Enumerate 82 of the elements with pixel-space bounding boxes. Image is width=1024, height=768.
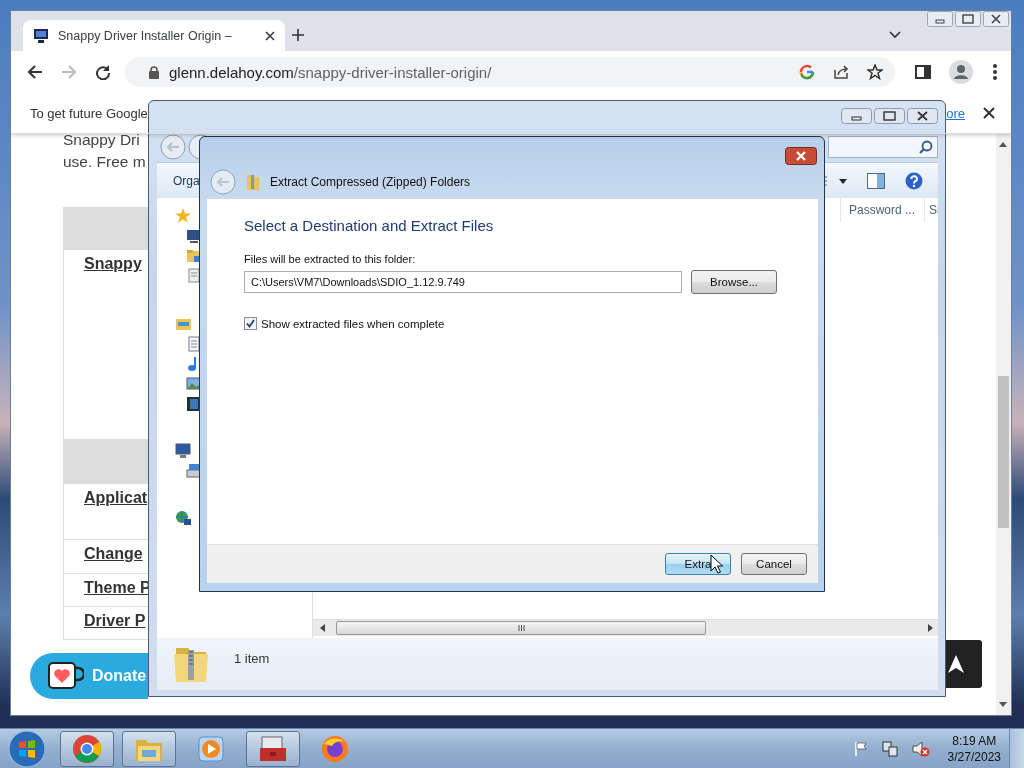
sidebar-icon[interactable]: [915, 64, 931, 80]
computer-icon[interactable]: [175, 443, 191, 459]
minimize-button[interactable]: [841, 108, 872, 124]
organize-menu[interactable]: Orga: [173, 173, 200, 188]
checkbox[interactable]: [244, 317, 257, 330]
browse-button[interactable]: Browse...: [691, 270, 777, 294]
dialog-button[interactable]: Cancel: [741, 553, 807, 575]
address-bar[interactable]: glenn.delahoy.com/snappy-driver-installer-origin/: [125, 57, 895, 87]
toolbox-icon: [258, 733, 288, 764]
clock[interactable]: 8:19 AM 3/27/2023: [947, 732, 1001, 765]
browser-logo-icon: [72, 733, 102, 764]
globe-icon[interactable]: [175, 510, 191, 526]
network-icon[interactable]: [881, 740, 898, 757]
maximize-button[interactable]: [955, 11, 981, 27]
plus-icon[interactable]: [291, 28, 305, 42]
column-header[interactable]: Password ...: [840, 198, 924, 222]
table-link[interactable]: Driver P: [84, 612, 146, 630]
muted-speaker-icon[interactable]: [911, 740, 930, 757]
chevron-down-icon[interactable]: [889, 31, 901, 39]
grip-icon: [517, 625, 525, 631]
preview-pane-icon[interactable]: [867, 172, 885, 189]
scrollbar[interactable]: [996, 134, 1011, 715]
intro-text: use. Free m: [63, 152, 146, 172]
start-button[interactable]: [8, 729, 46, 768]
document-icon[interactable]: [186, 336, 202, 352]
cup-icon: [48, 662, 84, 690]
table-link[interactable]: Applicat: [84, 489, 148, 507]
close-icon[interactable]: [983, 107, 995, 119]
star-icon[interactable]: [175, 208, 191, 224]
drive-icon[interactable]: [186, 463, 202, 479]
path-field[interactable]: C:\Users\VM7\Downloads\SDIO_1.12.9.749: [244, 271, 682, 293]
close-button[interactable]: [785, 147, 817, 165]
dialog-title: Extract Compressed (Zipped) Folders: [270, 175, 471, 189]
mouse-cursor-icon: [710, 554, 723, 574]
field-label: Files will be extracted to this folder:: [244, 253, 417, 265]
play-icon: [196, 733, 226, 764]
scroll-left-icon[interactable]: [320, 624, 325, 632]
tab-title: Snappy Driver Installer Origin –: [58, 28, 233, 43]
close-button[interactable]: [907, 108, 938, 124]
g-logo-icon[interactable]: [799, 64, 815, 80]
status-text: 1 item: [234, 651, 270, 666]
share-icon[interactable]: [833, 64, 849, 80]
star-icon[interactable]: [867, 64, 883, 80]
dialog-heading: Select a Destination and Extract Files: [244, 217, 495, 236]
scroll-down-icon[interactable]: [999, 702, 1007, 707]
url-text: glenn.delahoy.com/snappy-driver-installer-origin/: [169, 63, 492, 81]
checkbox-label: Show extracted files when complete: [261, 317, 445, 330]
scroll-right-icon[interactable]: [928, 624, 933, 632]
table-link[interactable]: Change: [84, 545, 143, 563]
monitor-icon: [33, 27, 49, 44]
lock-icon: [149, 65, 159, 79]
back-arrow-icon[interactable]: [27, 64, 43, 80]
up-arrow-icon: [947, 654, 965, 674]
maximize-button[interactable]: [874, 108, 905, 124]
fox-logo-icon: [320, 733, 350, 764]
close-button[interactable]: [983, 11, 1009, 27]
help-icon[interactable]: [905, 171, 923, 190]
back-to-top-button[interactable]: [946, 640, 982, 688]
intro-text: Snappy Dri: [63, 134, 140, 150]
infobar-link[interactable]: ore: [946, 105, 965, 121]
profile-icon[interactable]: [949, 60, 973, 84]
taskbar-button[interactable]: [246, 730, 300, 767]
scrollbar[interactable]: [313, 619, 938, 636]
search-icon: [919, 139, 933, 154]
scroll-thumb[interactable]: [336, 621, 706, 635]
document-icon[interactable]: [186, 268, 202, 284]
scroll-up-icon[interactable]: [999, 142, 1007, 147]
menu-icon[interactable]: [993, 64, 997, 80]
forward-arrow-icon: [61, 64, 77, 80]
scroll-thumb[interactable]: [998, 376, 1009, 528]
reload-icon[interactable]: [95, 64, 111, 80]
column-header[interactable]: Si: [924, 198, 938, 222]
infobar-text: To get future Google: [30, 105, 148, 121]
search-field[interactable]: [828, 135, 938, 158]
zip-folder-icon: [246, 173, 260, 191]
browser-tab[interactable]: Snappy Driver Installer Origin –: [23, 20, 285, 51]
table-link[interactable]: Snappy: [84, 255, 142, 273]
flag-icon[interactable]: [853, 740, 868, 757]
dialog-button[interactable]: Extra: [665, 553, 731, 575]
close-icon[interactable]: [265, 30, 275, 41]
taskbar-button[interactable]: [60, 730, 114, 767]
taskbar-button[interactable]: [122, 730, 176, 767]
